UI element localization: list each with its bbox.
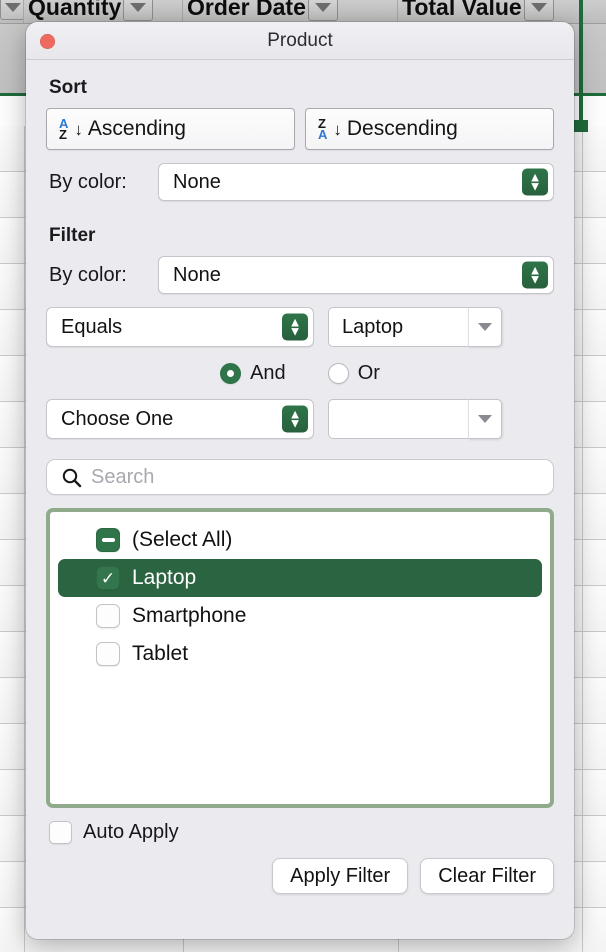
filter-condition-row-1: Equals ▲ ▼ Laptop bbox=[46, 307, 554, 347]
sort-ascending-az-icon: A Z bbox=[59, 115, 69, 142]
auto-apply-checkbox[interactable] bbox=[49, 821, 72, 844]
stepper-chevrons-icon[interactable]: ▲ ▼ bbox=[282, 405, 308, 433]
sort-by-color-select[interactable]: None ▲ ▼ bbox=[158, 163, 554, 201]
apply-filter-button[interactable]: Apply Filter bbox=[272, 858, 409, 894]
condition2-operator-select[interactable]: Choose One ▲ ▼ bbox=[46, 399, 314, 439]
dialog-titlebar: Product bbox=[26, 22, 574, 60]
column-divider bbox=[24, 126, 25, 952]
sort-buttons-group: A Z ↓ Ascending Z A ↓ Descending bbox=[46, 108, 554, 150]
condition1-value-input[interactable]: Laptop bbox=[328, 307, 468, 347]
filter-by-color-select[interactable]: None ▲ ▼ bbox=[158, 256, 554, 294]
conjunction-radio-group: And Or bbox=[46, 362, 554, 385]
radio-and-icon[interactable] bbox=[220, 363, 242, 384]
list-item[interactable]: (Select All) bbox=[58, 521, 542, 559]
checkbox-unchecked-icon[interactable] bbox=[96, 642, 120, 666]
filter-caret-icon bbox=[530, 3, 547, 12]
column-header-label: Quantity bbox=[28, 0, 122, 20]
filter-button[interactable] bbox=[0, 0, 23, 20]
filter-values-listbox[interactable]: (Select All) ✓ Laptop Smartphone Tablet bbox=[46, 508, 554, 808]
radio-or-label: Or bbox=[357, 362, 380, 384]
checkbox-unchecked-icon[interactable] bbox=[96, 604, 120, 628]
cell-selection-border bbox=[579, 0, 583, 124]
filter-button[interactable] bbox=[523, 0, 554, 21]
sort-by-color-label: By color: bbox=[49, 170, 127, 193]
filter-condition-row-2: Choose One ▲ ▼ bbox=[46, 399, 554, 439]
checkbox-indeterminate-icon[interactable] bbox=[96, 528, 120, 552]
list-item-label: (Select All) bbox=[132, 528, 233, 551]
clear-filter-button[interactable]: Clear Filter bbox=[420, 858, 554, 894]
condition2-dropdown-button[interactable] bbox=[468, 399, 502, 439]
stepper-chevrons-icon[interactable]: ▲ ▼ bbox=[522, 261, 548, 289]
sort-by-color-value: None bbox=[173, 170, 221, 193]
sort-by-color-row: By color: None ▲ ▼ bbox=[46, 163, 554, 201]
condition2-value-input[interactable] bbox=[328, 399, 468, 439]
column-header-total-value[interactable]: Total Value bbox=[398, 0, 582, 23]
filter-by-color-value: None bbox=[173, 263, 221, 286]
filter-caret-icon bbox=[4, 3, 21, 12]
dialog-title: Product bbox=[267, 30, 333, 51]
down-arrow-icon: ↓ bbox=[74, 119, 83, 139]
close-window-icon[interactable] bbox=[40, 34, 55, 49]
column-header-partial[interactable] bbox=[0, 0, 24, 23]
column-header-label: Order Date bbox=[187, 0, 306, 20]
search-field[interactable]: Search bbox=[46, 459, 554, 495]
column-header-label: Total Value bbox=[402, 0, 522, 20]
sort-descending-za-icon: Z A bbox=[318, 115, 328, 142]
list-item[interactable]: Smartphone bbox=[58, 597, 542, 635]
chevron-down-icon bbox=[478, 323, 492, 331]
search-icon bbox=[62, 468, 82, 487]
radio-and[interactable]: And bbox=[220, 362, 286, 385]
radio-and-label: And bbox=[250, 362, 286, 384]
filter-section-heading: Filter bbox=[49, 225, 96, 246]
screen: Quantity Order Date Total Value Product … bbox=[0, 0, 606, 952]
auto-apply-row[interactable]: Auto Apply bbox=[46, 821, 554, 844]
column-header-quantity[interactable]: Quantity bbox=[24, 0, 183, 23]
sort-section-heading: Sort bbox=[49, 77, 87, 98]
filter-button[interactable] bbox=[123, 0, 154, 21]
stepper-chevrons-icon[interactable]: ▲ ▼ bbox=[522, 168, 548, 196]
sort-ascending-button[interactable]: A Z ↓ Ascending bbox=[46, 108, 295, 150]
down-arrow-icon: ↓ bbox=[333, 119, 342, 139]
sort-descending-button[interactable]: Z A ↓ Descending bbox=[305, 108, 554, 150]
sort-ascending-label: Ascending bbox=[87, 117, 186, 140]
sort-descending-label: Descending bbox=[346, 117, 458, 140]
radio-or-icon[interactable] bbox=[327, 363, 349, 384]
spreadsheet-header-row: Quantity Order Date Total Value bbox=[0, 0, 606, 24]
filter-caret-icon bbox=[130, 3, 147, 12]
stepper-chevrons-icon[interactable]: ▲ ▼ bbox=[282, 313, 308, 341]
dialog-body: Sort A Z ↓ Ascending Z A ↓ Descending By… bbox=[26, 77, 574, 894]
list-item[interactable]: ✓ Laptop bbox=[58, 559, 542, 597]
list-item-label: Tablet bbox=[132, 642, 189, 665]
condition1-operator-value: Equals bbox=[61, 315, 123, 338]
checkbox-checked-icon[interactable]: ✓ bbox=[96, 566, 120, 590]
product-filter-dialog: Product Sort A Z ↓ Ascending Z A ↓ Desce… bbox=[26, 22, 574, 939]
radio-or[interactable]: Or bbox=[327, 362, 380, 385]
column-divider bbox=[582, 126, 583, 952]
dialog-actions: Apply Filter Clear Filter bbox=[46, 858, 554, 894]
condition1-dropdown-button[interactable] bbox=[468, 307, 502, 347]
list-item[interactable]: Tablet bbox=[58, 635, 542, 673]
condition1-operator-select[interactable]: Equals ▲ ▼ bbox=[46, 307, 314, 347]
filter-button[interactable] bbox=[307, 0, 338, 21]
auto-apply-label: Auto Apply bbox=[83, 821, 179, 843]
list-item-label: Smartphone bbox=[132, 604, 247, 627]
list-item-label: Laptop bbox=[132, 566, 197, 589]
search-placeholder: Search bbox=[91, 465, 155, 488]
cell-fill-handle[interactable] bbox=[574, 120, 588, 132]
condition1-value-combobox[interactable]: Laptop bbox=[328, 307, 502, 347]
condition2-value-combobox[interactable] bbox=[328, 399, 502, 439]
filter-by-color-label: By color: bbox=[49, 263, 127, 286]
chevron-down-icon bbox=[478, 415, 492, 423]
column-header-order-date[interactable]: Order Date bbox=[183, 0, 398, 23]
filter-caret-icon bbox=[314, 3, 331, 12]
condition2-operator-value: Choose One bbox=[61, 407, 174, 430]
filter-by-color-row: By color: None ▲ ▼ bbox=[46, 256, 554, 294]
